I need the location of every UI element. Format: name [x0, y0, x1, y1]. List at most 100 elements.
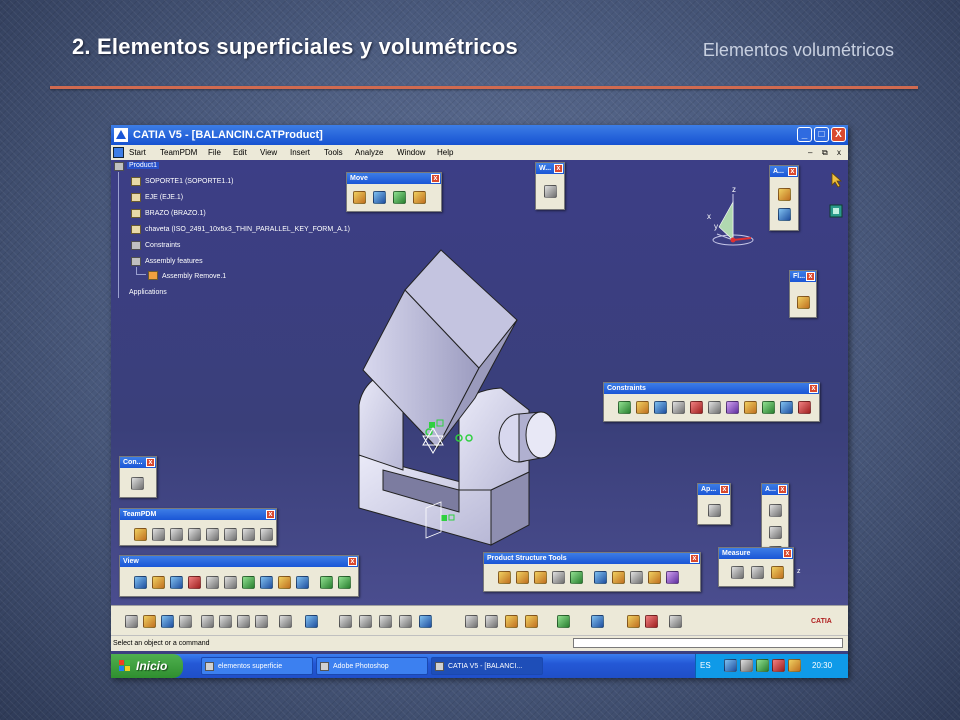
pdm-properties-icon[interactable] — [188, 528, 201, 541]
component-icon[interactable] — [498, 571, 511, 584]
table-icon[interactable] — [399, 615, 412, 628]
select-arrow-icon[interactable] — [829, 172, 845, 188]
tree-item-assembly-remove[interactable]: Assembly Remove.1 — [162, 273, 226, 280]
toolbar-product-structure-tools[interactable]: Product Structure Tools x — [483, 552, 701, 592]
doc-close-button[interactable]: x — [837, 145, 841, 160]
tree-item-eje[interactable]: EJE (EJE.1) — [145, 194, 183, 201]
menu-help[interactable]: Help — [437, 145, 453, 160]
taskbar-button-elementos[interactable]: elementos superficie — [201, 657, 313, 675]
doc-minimize-button[interactable]: – — [808, 145, 812, 160]
normal-view-icon[interactable] — [242, 576, 255, 589]
toolbar-close-button[interactable]: x — [348, 557, 357, 566]
update-all-icon[interactable] — [557, 615, 570, 628]
cut-icon[interactable] — [201, 615, 214, 628]
zoom-in-icon[interactable] — [206, 576, 219, 589]
fix-icon[interactable] — [690, 401, 703, 414]
new-file-icon[interactable] — [125, 615, 138, 628]
print-icon[interactable] — [179, 615, 192, 628]
flexible-icon[interactable] — [744, 401, 757, 414]
zoom-out-icon[interactable] — [224, 576, 237, 589]
toolbar-teampdm[interactable]: TeamPDM x — [119, 508, 277, 546]
new-part-icon[interactable] — [778, 208, 791, 221]
tree-expand-icon[interactable] — [419, 615, 432, 628]
copy-icon[interactable] — [219, 615, 232, 628]
toolbar-close-button[interactable]: x — [809, 384, 818, 393]
stop-manipulate-icon[interactable] — [413, 191, 426, 204]
menu-view[interactable]: View — [260, 145, 277, 160]
graph-tree-icon[interactable] — [594, 571, 607, 584]
manipulate-icon[interactable] — [353, 191, 366, 204]
tree-item-assembly-features[interactable]: Assembly features — [145, 258, 203, 265]
weld-icon[interactable] — [769, 504, 782, 517]
knowledge-icon[interactable] — [359, 615, 372, 628]
tray-icon[interactable] — [740, 659, 753, 672]
swap-visible-icon[interactable] — [338, 576, 351, 589]
pan-icon[interactable] — [170, 576, 183, 589]
toolbar-measure[interactable]: Measure x — [718, 547, 794, 587]
maximize-button[interactable]: □ — [814, 127, 829, 142]
undo-icon[interactable] — [255, 615, 268, 628]
redo-icon[interactable] — [279, 615, 292, 628]
product-icon[interactable] — [114, 162, 124, 171]
formula-icon[interactable] — [339, 615, 352, 628]
toolbar-close-button[interactable]: x — [146, 458, 155, 467]
offset-icon[interactable] — [654, 401, 667, 414]
assembly-features-icon[interactable] — [131, 257, 141, 266]
save-icon[interactable] — [161, 615, 174, 628]
fly-mode-icon[interactable] — [134, 576, 147, 589]
generate-numbering-icon[interactable] — [612, 571, 625, 584]
manage-representations-icon[interactable] — [648, 571, 661, 584]
text-annotation-icon[interactable] — [769, 526, 782, 539]
tree-item-applications[interactable]: Applications — [129, 289, 167, 296]
band-analysis-icon[interactable] — [525, 615, 538, 628]
command-input[interactable] — [573, 638, 843, 648]
multi-instantiation-icon[interactable] — [666, 571, 679, 584]
part-icon[interactable] — [131, 209, 141, 218]
toolbar-close-button[interactable]: x — [778, 485, 787, 494]
whats-this-icon[interactable] — [305, 615, 318, 628]
tree-item-brazo[interactable]: BRAZO (BRAZO.1) — [145, 210, 206, 217]
contact-icon[interactable] — [636, 401, 649, 414]
distance-icon[interactable] — [505, 615, 518, 628]
toolbar-close-button[interactable]: x — [783, 549, 792, 558]
part-icon[interactable] — [131, 225, 141, 234]
quick-view-icon[interactable] — [278, 576, 291, 589]
toolbar-constraints[interactable]: Constraints x — [603, 382, 820, 422]
fix-together-icon[interactable] — [708, 401, 721, 414]
assembly-remove-icon[interactable] — [148, 271, 158, 280]
menu-insert[interactable]: Insert — [290, 145, 310, 160]
catalog-icon[interactable] — [591, 615, 604, 628]
tray-icon[interactable] — [724, 659, 737, 672]
constraints-icon[interactable] — [131, 241, 141, 250]
toolbar-move[interactable]: Move x — [346, 172, 442, 212]
toolbar-view[interactable]: View x — [119, 555, 359, 597]
tree-item-soporte1[interactable]: SOPORTE1 (SOPORTE1.1) — [145, 178, 233, 185]
pdm-checkin-icon[interactable] — [134, 528, 147, 541]
snap-grid-icon[interactable] — [131, 477, 144, 490]
menu-edit[interactable]: Edit — [233, 145, 247, 160]
part-icon[interactable] — [131, 193, 141, 202]
update-icon[interactable] — [798, 401, 811, 414]
toolbar-close-button[interactable]: x — [554, 164, 563, 173]
open-file-icon[interactable] — [143, 615, 156, 628]
pdm-save-icon[interactable] — [152, 528, 165, 541]
doc-restore-button[interactable]: ⧉ — [822, 145, 828, 160]
material-icon[interactable] — [627, 615, 640, 628]
tree-item-chaveta[interactable]: chaveta (ISO_2491_10x5x3_THIN_PARALLEL_K… — [145, 226, 350, 233]
tree-root[interactable]: Product1 — [127, 162, 160, 169]
tray-icon[interactable] — [788, 659, 801, 672]
render-icon[interactable] — [645, 615, 658, 628]
fit-all-icon[interactable] — [152, 576, 165, 589]
hide-show-icon[interactable] — [320, 576, 333, 589]
clash-icon[interactable] — [465, 615, 478, 628]
pdm-refresh-icon[interactable] — [206, 528, 219, 541]
part-icon[interactable] — [131, 177, 141, 186]
grid-icon[interactable] — [669, 615, 682, 628]
explode-icon[interactable] — [393, 191, 406, 204]
quick-constraint-icon[interactable] — [726, 401, 739, 414]
toolbar-close-button[interactable]: x — [806, 272, 815, 281]
replace-component-icon[interactable] — [570, 571, 583, 584]
toolbar-con[interactable]: Con... x — [119, 456, 157, 498]
change-constraint-icon[interactable] — [762, 401, 775, 414]
multi-view-icon[interactable] — [260, 576, 273, 589]
